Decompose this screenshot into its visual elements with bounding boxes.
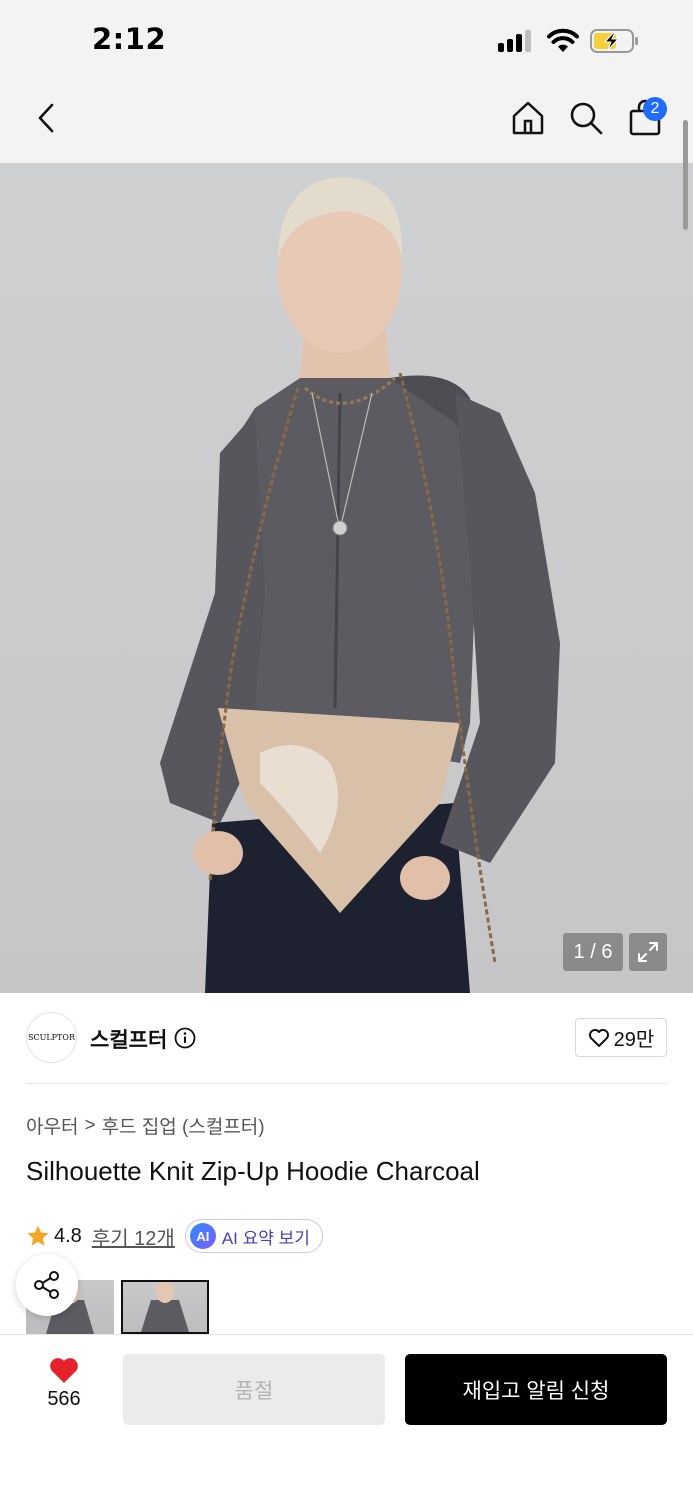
search-icon — [570, 102, 603, 135]
home-icon — [512, 101, 544, 135]
model-photo — [160, 177, 560, 993]
status-bar: 2:12 — [0, 0, 693, 80]
product-title: Silhouette Knit Zip-Up Hoodie Charcoal — [26, 1156, 480, 1186]
image-counter: 1 / 6 — [563, 933, 623, 971]
like-button[interactable]: 566 — [30, 1356, 98, 1422]
battery-charging-icon — [590, 29, 638, 53]
brand-logo[interactable]: SCULPTOR — [26, 1012, 77, 1063]
info-icon[interactable] — [174, 1027, 196, 1049]
ai-badge: AI — [189, 1223, 216, 1249]
search-button[interactable] — [566, 98, 606, 138]
brand-like-count: 29만 — [613, 1029, 655, 1051]
rating-row: 4.8 후기 12개 AI AI 요약 보기 — [26, 1219, 323, 1253]
cart-count-badge: 2 — [643, 97, 667, 121]
ai-summary-label: AI 요약 보기 — [221, 1228, 310, 1248]
thumbnail-image — [141, 1282, 189, 1332]
product-detail-page: 2:12 2 1 / 6 SCULPTOR 스컬프터 29만 아우터 > 후드 … — [0, 0, 693, 1500]
breadcrumb: 아우터 > 후드 집업 (스컬프터) — [26, 1112, 265, 1139]
thumbnail-2[interactable] — [121, 1280, 209, 1334]
restock-alert-button[interactable]: 재입고 알림 신청 — [405, 1354, 667, 1425]
share-button[interactable] — [16, 1254, 78, 1316]
brand-like-button[interactable]: 29만 — [575, 1018, 667, 1057]
expand-image-button[interactable] — [629, 933, 667, 971]
rating-value: 4.8 — [54, 1224, 82, 1247]
cellular-signal-icon — [498, 30, 536, 52]
heart-filled-icon — [50, 1358, 78, 1383]
sold-out-button[interactable]: 품절 — [123, 1354, 385, 1425]
home-button[interactable] — [508, 98, 548, 138]
breadcrumb-category[interactable]: 아우터 — [26, 1112, 78, 1139]
product-image[interactable] — [0, 163, 693, 993]
back-icon — [38, 103, 54, 133]
reviews-link[interactable]: 후기 12개 — [92, 1222, 175, 1251]
divider — [26, 1083, 667, 1084]
like-count: 566 — [47, 1388, 81, 1410]
back-button[interactable] — [30, 98, 62, 138]
share-icon — [34, 1271, 59, 1299]
star-icon — [27, 1225, 49, 1246]
expand-icon — [638, 942, 658, 962]
breadcrumb-subcategory[interactable]: 후드 집업 (스컬프터) — [102, 1112, 265, 1139]
wifi-icon — [547, 28, 579, 52]
brand-name[interactable]: 스컬프터 — [90, 1024, 167, 1054]
scrollbar[interactable] — [683, 120, 688, 230]
breadcrumb-separator: > — [84, 1114, 96, 1136]
status-time: 2:12 — [92, 22, 167, 56]
ai-summary-button[interactable]: AI AI 요약 보기 — [184, 1219, 323, 1253]
heart-outline-icon — [588, 1028, 609, 1047]
